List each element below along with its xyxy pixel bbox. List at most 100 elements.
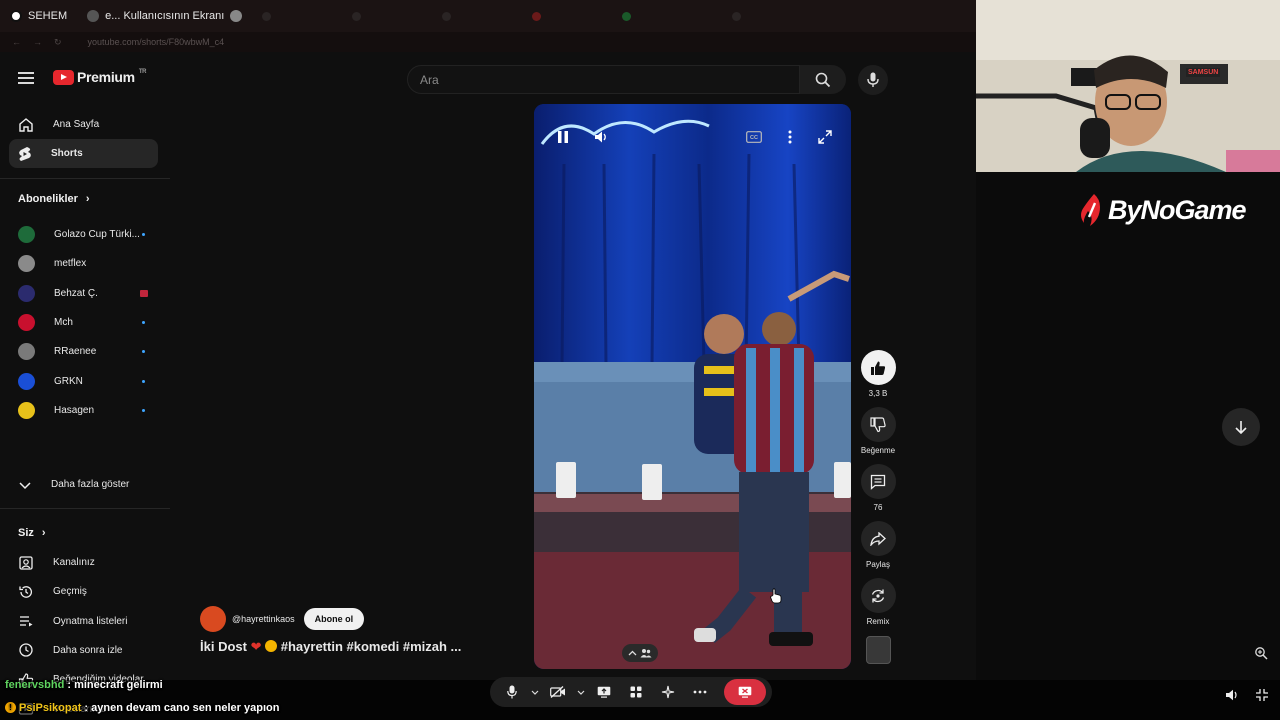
browser-tab[interactable]: e... Kullanıcısının Ekranı [77,0,252,32]
next-short-button[interactable] [1222,408,1260,446]
channel-avatar [18,401,35,419]
dislike-button[interactable]: Beğenme [858,407,898,455]
user-avatar-icon [230,10,243,22]
youtube-logo[interactable]: Premium TR [53,69,147,85]
apps-icon [630,686,642,698]
caption-hashtags[interactable]: #hayrettin #komedi #mizah ... [281,639,462,654]
sidebar-item-home[interactable]: Ana Sayfa [9,110,158,139]
subscription-label: RRaenee [54,346,97,358]
subscriptions-heading[interactable]: Abonelikler › [18,193,90,205]
channel-avatar[interactable] [200,606,226,632]
arrow-down-icon [1235,421,1247,434]
comment-count: 76 [873,503,883,512]
soundboard-button[interactable] [652,677,684,707]
mic-options-button[interactable] [528,677,542,707]
browser-tab[interactable] [342,0,432,32]
sidebar-item-playlist[interactable]: Oynatma listeleri [9,607,158,636]
browser-tab[interactable]: SEHEM [0,0,77,32]
browser-tab[interactable] [522,0,612,32]
subscription-item[interactable]: RRaenee [9,337,158,366]
zoom-icon[interactable] [1254,646,1268,660]
subscription-item[interactable]: GRKN [9,367,158,396]
expand-icon [818,130,832,144]
menu-icon[interactable] [18,72,34,84]
new-content-dot [142,233,145,236]
browser-tab[interactable] [252,0,342,32]
url-text[interactable]: youtube.com/shorts/F80wbwM_c4 [88,37,225,47]
reload-icon[interactable]: ↻ [54,37,62,48]
end-share-button[interactable] [724,679,766,705]
logo-text: Premium [77,69,135,85]
home-icon [19,117,33,132]
search-input[interactable]: Ara [407,65,800,94]
subscription-item[interactable]: Mch [9,308,158,337]
subscription-item[interactable]: Hasagen [9,396,158,425]
browser-tab[interactable] [722,0,802,32]
subscription-item[interactable]: Behzat Ç. [9,279,158,308]
tab-favicon-icon [10,10,22,22]
heart-icon: ❤ [250,639,262,654]
top-nav: Premium TR Ara [0,52,976,104]
share-button[interactable]: Paylaş [858,521,898,569]
more-vert-icon [788,130,792,144]
sidebar-item-history[interactable]: Geçmiş [9,577,158,606]
tab-favicon-icon [352,11,362,21]
screen-share-button[interactable] [588,677,620,707]
tab-favicon-icon [262,11,272,21]
back-icon[interactable]: ← [12,37,21,47]
pause-button[interactable] [552,126,574,148]
screen: SEHEM e... Kullanıcısının Ekranı ← → ↻ y… [0,0,1280,720]
chat-text: aynen devam cano sen neler yapıon [91,702,280,714]
mic-toggle-button[interactable] [496,677,528,707]
fullscreen-button[interactable] [814,126,836,148]
like-button[interactable]: 3,3 B [858,350,898,398]
webcam-overlay: SAMSUN [976,0,1280,172]
dislike-label: Beğenme [860,446,896,455]
mute-button[interactable] [590,126,612,148]
meeting-controls [490,677,772,707]
browser-tab[interactable] [612,0,722,32]
pause-icon [558,131,568,143]
activities-button[interactable] [620,677,652,707]
camera-options-button[interactable] [574,677,588,707]
remix-label: Remix [866,617,890,626]
address-bar: ← → ↻ youtube.com/shorts/F80wbwM_c4 [0,32,976,52]
subscription-item[interactable]: Golazo Cup Türki... [9,220,158,249]
show-more-button[interactable]: Daha fazla göster [9,470,158,499]
forward-icon[interactable]: → [33,37,42,47]
subscription-label: Mch [54,316,73,328]
search-button[interactable] [800,65,846,94]
chat-message: fenervsbhd : minecraft gelirmi [5,679,163,691]
brand-text: ByNoGame [1108,194,1247,225]
volume-button[interactable] [1222,685,1242,705]
channel-handle[interactable]: @hayrettinkaos [232,614,295,624]
sidebar-item-clock[interactable]: Daha sonra izle [9,636,158,665]
short-video-player[interactable]: CC [534,104,851,669]
captions-button[interactable]: CC [743,126,765,148]
you-heading[interactable]: Siz › [18,527,46,539]
expand-comments-handle[interactable] [622,644,658,662]
voice-search-button[interactable] [858,65,888,95]
exit-fullscreen-button[interactable] [1252,685,1272,705]
sidebar-item-channel[interactable]: Kanalınız [9,548,158,577]
channel-avatar [18,284,35,302]
remix-button[interactable]: Remix [858,578,898,626]
sidebar-item-label: Kanalınız [53,557,95,568]
like-circle [860,350,896,385]
browser-tab[interactable] [432,0,522,32]
subscription-item[interactable]: metflex [9,249,158,278]
search-placeholder: Ara [420,72,439,87]
subscribe-button[interactable]: Abone ol [303,608,365,630]
sidebar-item-shorts[interactable]: Shorts [9,139,158,168]
chat-text: minecraft gelirmi [74,679,163,691]
sound-thumbnail[interactable] [866,636,891,664]
camera-toggle-button[interactable] [542,677,574,707]
chat-message: ! PsiPsikopat : aynen devam cano sen nele… [5,702,279,714]
more-options-button[interactable] [779,126,801,148]
short-caption[interactable]: İki Dost ❤ #hayrettin #komedi #mizah ... [200,639,461,655]
sidebar: Ana Sayfa Shorts Abonelikler › Golazo Cu… [0,104,170,715]
chevron-down-icon [531,690,539,695]
sidebar-item-label: Daha fazla göster [51,479,130,490]
comments-button[interactable]: 76 [858,464,898,512]
more-button[interactable] [684,677,716,707]
